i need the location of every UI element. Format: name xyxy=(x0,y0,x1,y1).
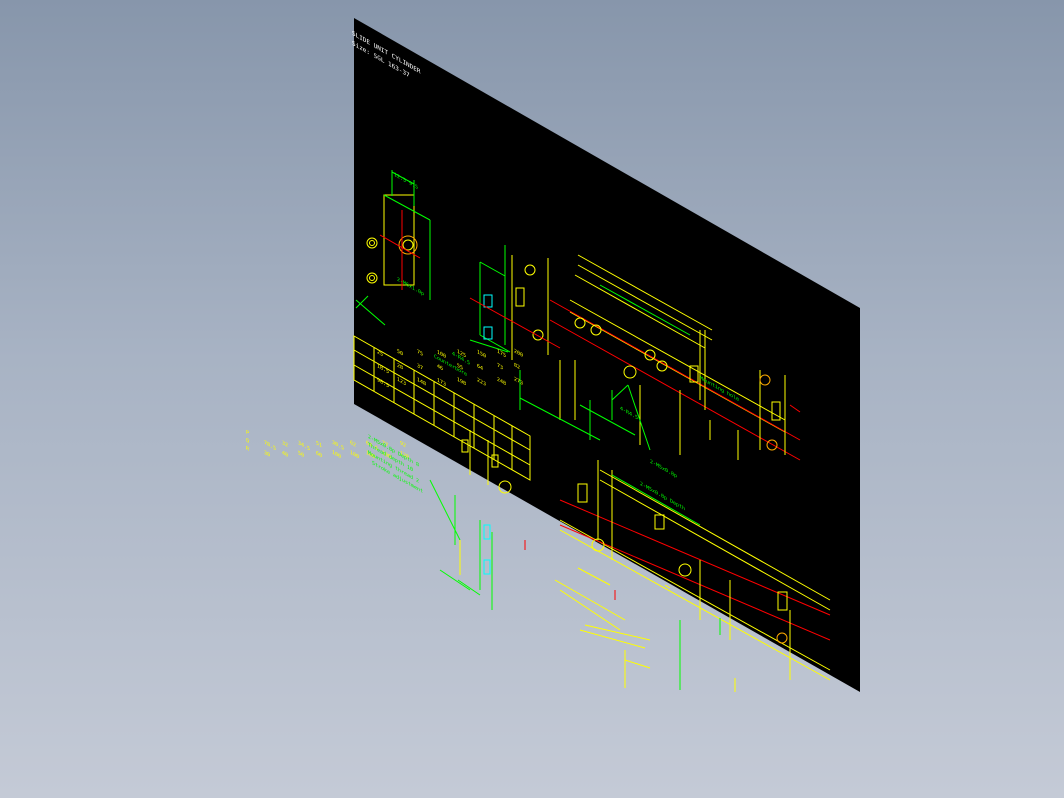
svg-text:30: 30 xyxy=(264,450,270,459)
svg-text:Q: Q xyxy=(246,438,249,445)
svg-text:62: 62 xyxy=(350,440,356,449)
drawing-sheet xyxy=(354,18,860,692)
cad-canvas[interactable]: SLIDE UNIT CYLINDER Size: SGL 163-37 12.… xyxy=(0,0,1064,798)
svg-text:32: 32 xyxy=(282,440,288,449)
svg-text:92: 92 xyxy=(400,440,406,449)
svg-text:P: P xyxy=(246,430,249,437)
svg-text:R: R xyxy=(246,446,250,454)
svg-text:50: 50 xyxy=(298,450,304,459)
cad-viewport[interactable]: SLIDE UNIT CYLINDER Size: SGL 163-37 12.… xyxy=(0,0,1064,798)
svg-text:100: 100 xyxy=(332,450,341,461)
svg-text:60: 60 xyxy=(316,450,322,459)
svg-text:51: 51 xyxy=(316,440,322,449)
green-notes: 2-M5x0.8p Depth 8 Thread depth 10 Mounti… xyxy=(368,434,423,495)
svg-text:100: 100 xyxy=(350,450,359,461)
svg-text:40: 40 xyxy=(282,450,288,459)
